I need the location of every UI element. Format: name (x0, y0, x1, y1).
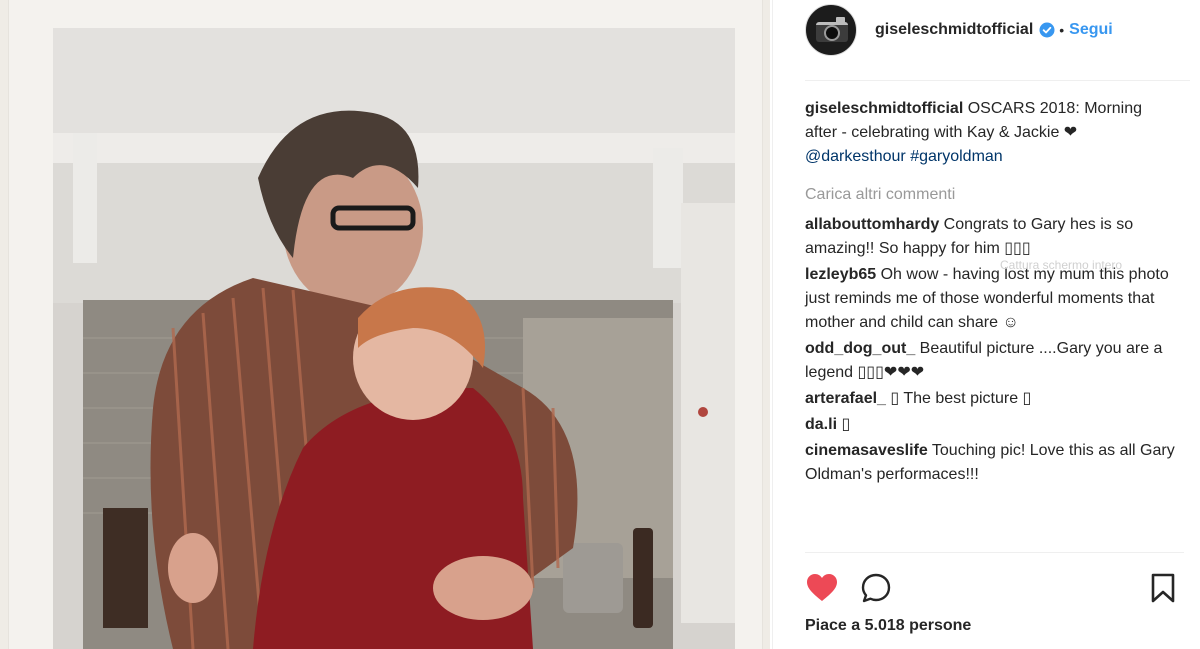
comments-list: giseleschmidtofficial OSCARS 2018: Morni… (805, 97, 1175, 489)
caption-username[interactable]: giseleschmidtofficial (805, 100, 963, 117)
caption: giseleschmidtofficial OSCARS 2018: Morni… (805, 97, 1175, 169)
comment-item: da.li ▯ (805, 413, 1175, 437)
comment-username[interactable]: arterafael_ (805, 390, 886, 407)
comment-icon (861, 573, 891, 603)
comment-username[interactable]: lezleyb65 (805, 266, 876, 283)
comment-username[interactable]: allabouttomhardy (805, 216, 939, 233)
comment-text: ▯ The best picture ▯ (885, 390, 1032, 407)
comment-item: lezleyb65 Oh wow - having lost my mum th… (805, 263, 1175, 335)
comment-item: odd_dog_out_ Beautiful picture ....Gary … (805, 337, 1175, 385)
camera-lens-icon (824, 25, 840, 41)
post-panel: giseleschmidtofficial • Segui giseleschm… (772, 0, 1200, 649)
comment-username[interactable]: odd_dog_out_ (805, 340, 915, 357)
save-button[interactable] (1148, 571, 1178, 605)
post-header: giseleschmidtofficial • Segui (805, 2, 1113, 58)
post-photo[interactable] (53, 28, 735, 649)
action-bar: Piace a 5.018 persone (805, 552, 1184, 649)
heart-icon (807, 574, 837, 601)
likes-count[interactable]: Piace a 5.018 persone (805, 617, 971, 635)
header-divider (805, 80, 1190, 81)
verified-badge-icon (1039, 22, 1055, 38)
load-more-comments[interactable]: Carica altri commenti (805, 183, 1175, 207)
like-button[interactable] (805, 571, 839, 605)
author-username[interactable]: giseleschmidtofficial (875, 21, 1033, 39)
photo-area (0, 0, 770, 649)
comment-text: ▯ (837, 416, 851, 433)
separator-dot: • (1059, 22, 1065, 38)
hashtag-link[interactable]: #garyoldman (910, 148, 1003, 165)
comment-item: allabouttomhardy Congrats to Gary hes is… (805, 213, 1175, 261)
comment-item: arterafael_ ▯ The best picture ▯ (805, 387, 1175, 411)
follow-button[interactable]: Segui (1069, 21, 1113, 39)
overlay-watermark: Cattura schermo intero (1000, 258, 1123, 272)
comment-button[interactable] (859, 571, 893, 605)
avatar[interactable] (805, 4, 857, 56)
polaroid-frame (8, 0, 763, 649)
bookmark-icon (1151, 573, 1175, 603)
comment-username[interactable]: da.li (805, 416, 837, 433)
action-buttons (805, 571, 893, 605)
comment-item: cinemasaveslife Touching pic! Love this … (805, 439, 1175, 487)
mention-link[interactable]: @darkesthour (805, 148, 906, 165)
comment-username[interactable]: cinemasaveslife (805, 442, 928, 459)
